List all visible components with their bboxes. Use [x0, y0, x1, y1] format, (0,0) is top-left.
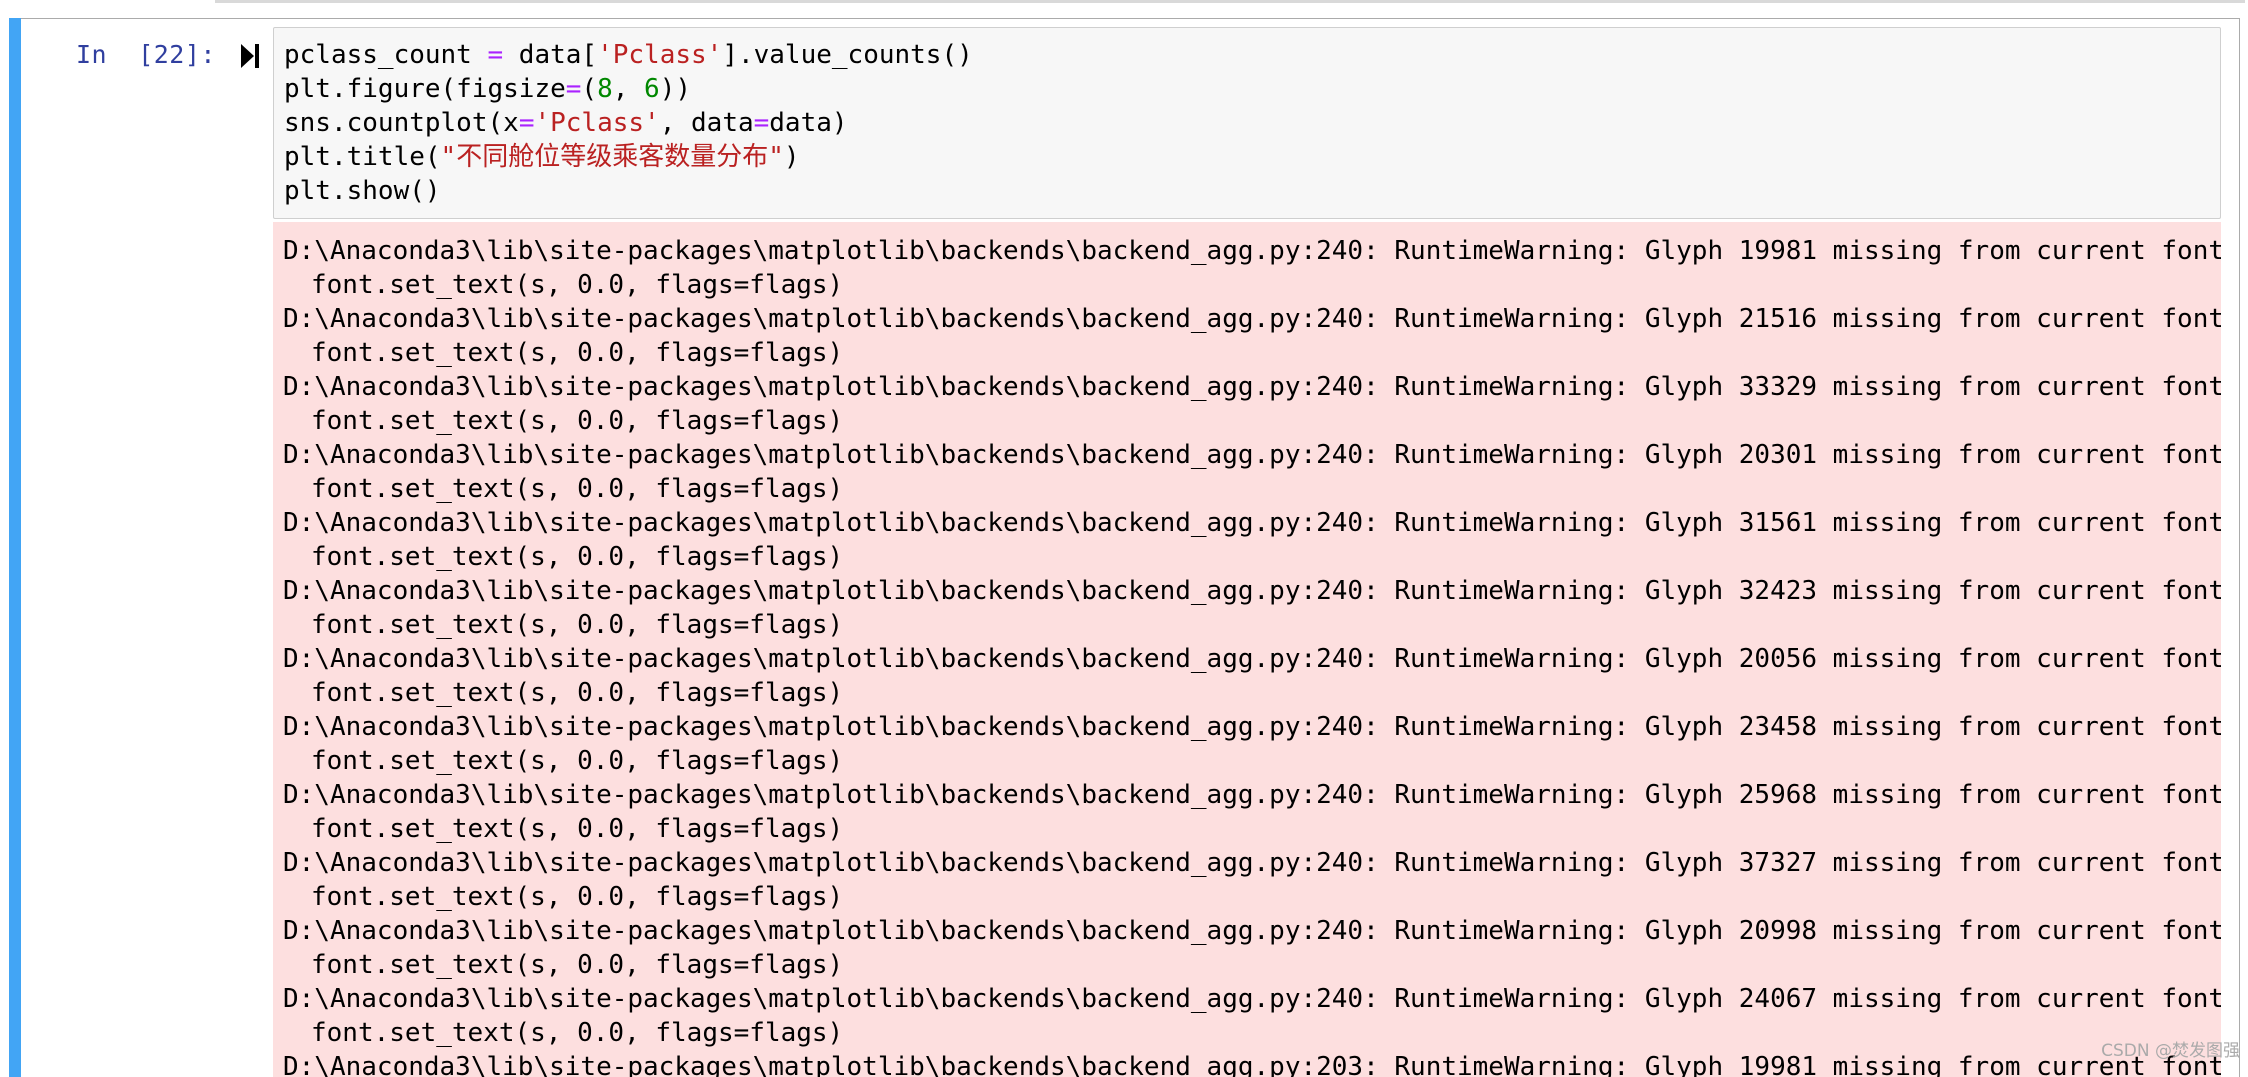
selected-cell-indicator: [9, 18, 21, 1077]
notebook-page: In [22]: pclass_count = data['Pclass'].v…: [0, 0, 2248, 1077]
warning-detail: font.set_text(s, 0.0, flags=flags): [311, 950, 844, 980]
input-prompt: In [22]:: [76, 40, 216, 69]
warning-line: D:\Anaconda3\lib\site-packages\matplotli…: [283, 1052, 2221, 1077]
warning-line: D:\Anaconda3\lib\site-packages\matplotli…: [283, 780, 2221, 810]
warning-detail: font.set_text(s, 0.0, flags=flags): [311, 814, 844, 844]
stderr-output: D:\Anaconda3\lib\site-packages\matplotli…: [273, 222, 2221, 1077]
warning-detail: font.set_text(s, 0.0, flags=flags): [311, 542, 844, 572]
warning-line: D:\Anaconda3\lib\site-packages\matplotli…: [283, 440, 2221, 470]
code-editor[interactable]: pclass_count = data['Pclass'].value_coun…: [273, 27, 2221, 219]
warning-detail: font.set_text(s, 0.0, flags=flags): [311, 882, 844, 912]
run-cell-icon[interactable]: [240, 42, 260, 70]
warning-line: D:\Anaconda3\lib\site-packages\matplotli…: [283, 644, 2221, 674]
code-line-1: pclass_count = data['Pclass'].value_coun…: [284, 40, 973, 70]
warning-detail: font.set_text(s, 0.0, flags=flags): [311, 1018, 844, 1048]
warning-line: D:\Anaconda3\lib\site-packages\matplotli…: [283, 236, 2221, 266]
warning-line: D:\Anaconda3\lib\site-packages\matplotli…: [283, 304, 2221, 334]
code-line-4: plt.title("不同舱位等级乘客数量分布"): [284, 142, 800, 172]
warning-detail: font.set_text(s, 0.0, flags=flags): [311, 746, 844, 776]
code-line-2: plt.figure(figsize=(8, 6)): [284, 74, 692, 104]
previous-cell-border: [215, 0, 2245, 3]
warning-line: D:\Anaconda3\lib\site-packages\matplotli…: [283, 916, 2221, 946]
warning-detail: font.set_text(s, 0.0, flags=flags): [311, 678, 844, 708]
warning-line: D:\Anaconda3\lib\site-packages\matplotli…: [283, 712, 2221, 742]
warning-line: D:\Anaconda3\lib\site-packages\matplotli…: [283, 372, 2221, 402]
warning-line: D:\Anaconda3\lib\site-packages\matplotli…: [283, 848, 2221, 878]
warning-detail: font.set_text(s, 0.0, flags=flags): [311, 338, 844, 368]
warning-line: D:\Anaconda3\lib\site-packages\matplotli…: [283, 508, 2221, 538]
warning-detail: font.set_text(s, 0.0, flags=flags): [311, 474, 844, 504]
warning-line: D:\Anaconda3\lib\site-packages\matplotli…: [283, 576, 2221, 606]
warning-detail: font.set_text(s, 0.0, flags=flags): [311, 406, 844, 436]
code-line-5: plt.show(): [284, 176, 441, 206]
warning-detail: font.set_text(s, 0.0, flags=flags): [311, 610, 844, 640]
warning-detail: font.set_text(s, 0.0, flags=flags): [311, 270, 844, 300]
warning-line: D:\Anaconda3\lib\site-packages\matplotli…: [283, 984, 2221, 1014]
watermark: CSDN @焚发图强: [2101, 1041, 2240, 1061]
code-line-3: sns.countplot(x='Pclass', data=data): [284, 108, 848, 138]
